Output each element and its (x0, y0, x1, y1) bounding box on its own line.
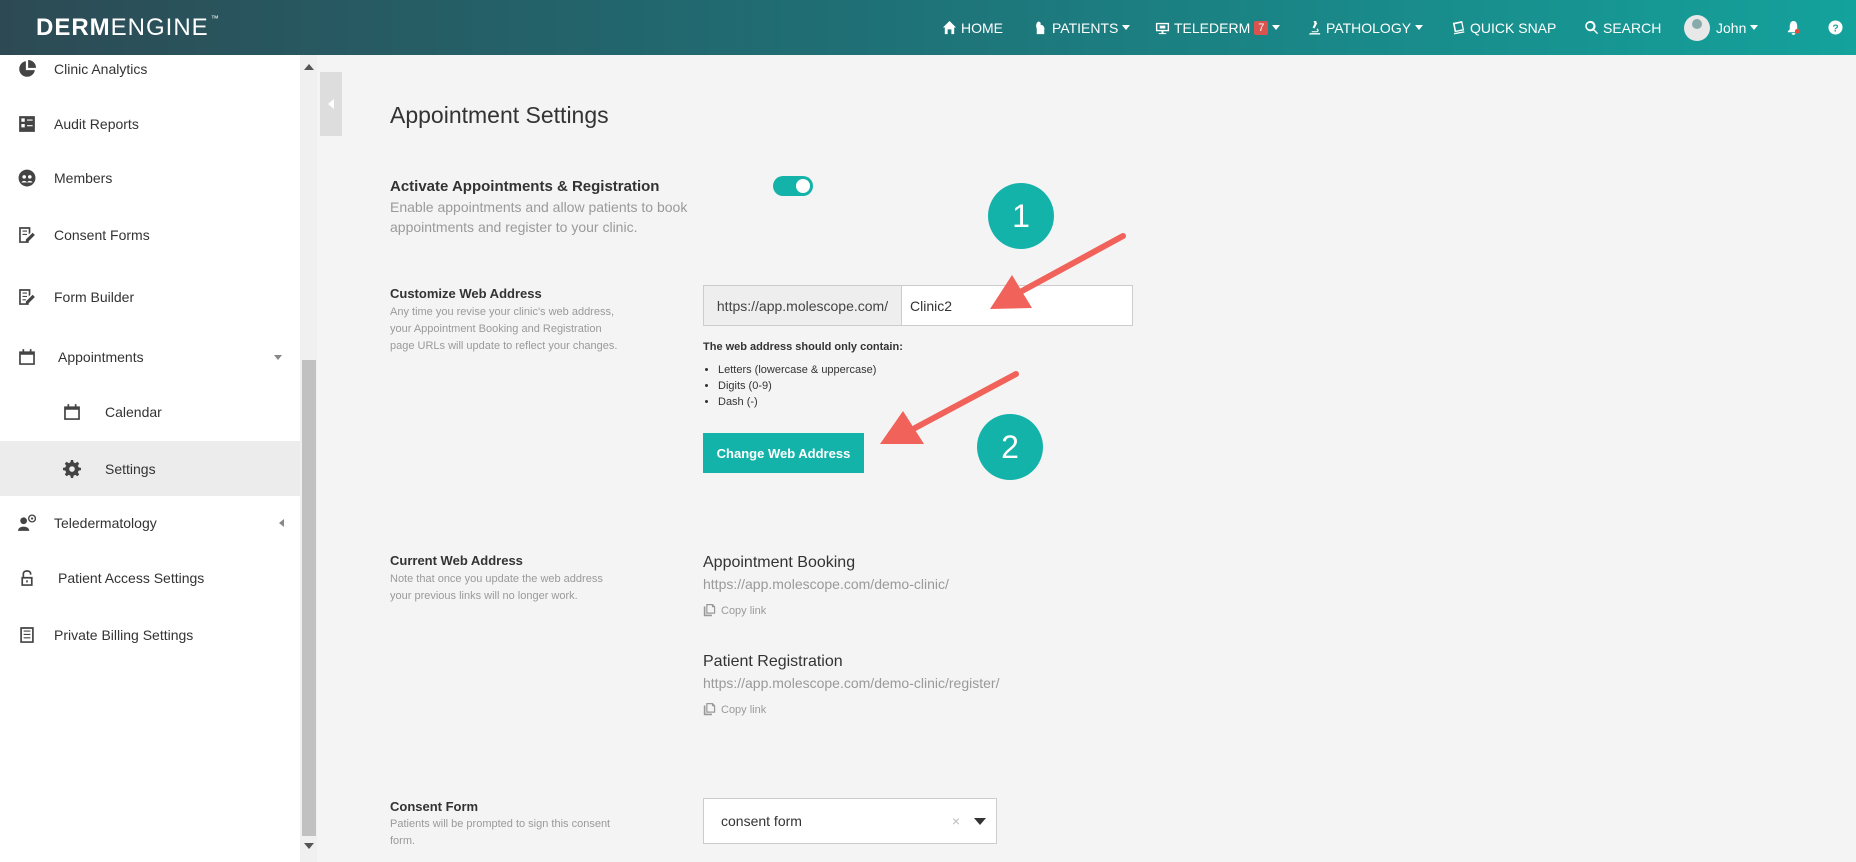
billing-icon (17, 625, 37, 645)
chevron-down-icon (1750, 25, 1759, 30)
bell-icon (1787, 20, 1800, 35)
step-2-marker: 2 (977, 414, 1043, 480)
page-title: Appointment Settings (390, 102, 609, 128)
nav-patients[interactable]: PATIENTS (1033, 0, 1131, 55)
change-web-address-button[interactable]: Change Web Address (703, 433, 864, 473)
scroll-down-arrow-icon[interactable] (304, 843, 314, 849)
consent-form-select[interactable]: consent form × (703, 798, 997, 844)
appointment-booking-title: Appointment Booking (703, 554, 856, 571)
pie-chart-icon (17, 59, 37, 79)
help-icon: ? (1828, 20, 1843, 35)
patient-registration-title: Patient Registration (703, 653, 843, 670)
clear-icon[interactable]: × (952, 813, 960, 829)
avatar (1684, 14, 1710, 41)
sidebar-item-form-builder[interactable]: Form Builder (0, 272, 300, 322)
telederm-icon (1155, 22, 1170, 35)
chevron-down-icon (1415, 25, 1424, 30)
chevron-down-icon (1122, 25, 1131, 30)
activate-label: Activate Appointments & Registration (390, 178, 660, 195)
web-address-rules: Letters (lowercase & uppercase) Digits (… (718, 362, 876, 410)
current-web-address-label: Current Web Address (390, 553, 523, 568)
quick-snap-icon (1452, 20, 1465, 35)
report-icon (17, 114, 37, 134)
gear-icon (62, 459, 82, 479)
teledermatology-icon (17, 513, 37, 533)
consent-form-selected-value: consent form (721, 813, 802, 829)
sidebar-item-audit-reports[interactable]: Audit Reports (0, 99, 300, 149)
web-address-prefix: https://app.molescope.com/ (704, 286, 902, 325)
sidebar-item-consent-forms[interactable]: Consent Forms (0, 210, 300, 260)
sidebar-item-members[interactable]: Members (0, 153, 300, 203)
sidebar-item-clinic-analytics[interactable]: Clinic Analytics (0, 44, 300, 94)
customize-description: Any time you revise your clinic's web ad… (390, 306, 618, 352)
dermengine-logo[interactable]: DERMENGINE ™ (36, 14, 220, 42)
web-address-field: https://app.molescope.com/ (703, 285, 1133, 326)
nav-home[interactable]: HOME (942, 0, 1003, 55)
chevron-left-icon (279, 519, 284, 527)
home-icon (942, 20, 957, 35)
appointment-booking-url: https://app.molescope.com/demo-clinic/ (703, 576, 949, 592)
sidebar-item-private-billing-settings[interactable]: Private Billing Settings (0, 610, 300, 660)
help-button[interactable]: ? (1828, 0, 1847, 55)
current-web-address-description: Note that once you update the web addres… (390, 573, 603, 602)
sidebar-item-calendar[interactable]: Calendar (0, 387, 300, 437)
list-item: Letters (lowercase & uppercase) (718, 362, 876, 378)
sidebar-scrollbar-thumb[interactable] (302, 360, 316, 836)
calendar-icon (17, 347, 37, 367)
list-item: Dash (-) (718, 394, 876, 410)
customize-label: Customize Web Address (390, 286, 542, 301)
web-address-input[interactable] (902, 286, 1132, 325)
microscope-icon (1308, 20, 1321, 35)
sidebar-item-settings[interactable]: Settings (0, 441, 300, 496)
lock-icon (17, 568, 37, 588)
web-address-rules-title: The web address should only contain: (703, 341, 903, 353)
copy-booking-link[interactable]: Copy link (703, 604, 766, 617)
form-builder-icon (17, 287, 37, 307)
edit-form-icon (17, 225, 37, 245)
notifications-button[interactable] (1786, 0, 1805, 55)
chevron-down-icon (1272, 25, 1281, 30)
copy-icon (703, 604, 716, 617)
nav-pathology[interactable]: PATHOLOGY (1307, 0, 1424, 55)
sidebar-item-patient-access-settings[interactable]: Patient Access Settings (0, 553, 300, 603)
svg-text:?: ? (1832, 23, 1838, 34)
activate-appointments-toggle[interactable] (773, 176, 813, 196)
members-icon (17, 168, 37, 188)
sidebar-item-teledermatology[interactable]: Teledermatology (0, 498, 300, 548)
nav-telederm[interactable]: TELEDERM 7 (1155, 0, 1281, 55)
nav-quick-snap[interactable]: QUICK SNAP (1451, 0, 1556, 55)
telederm-count-badge: 7 (1254, 20, 1269, 35)
nav-user-menu[interactable]: John (1684, 0, 1759, 55)
activate-description: Enable appointments and allow patients t… (390, 199, 688, 235)
search-icon (1585, 20, 1599, 35)
step-1-marker: 1 (988, 183, 1054, 249)
consent-form-description: Patients will be prompted to sign this c… (390, 818, 611, 847)
calendar-icon (62, 402, 82, 422)
patients-icon (1036, 21, 1045, 35)
sidebar-item-appointments[interactable]: Appointments (0, 332, 300, 382)
consent-form-label: Consent Form (390, 799, 479, 814)
chevron-down-icon (274, 354, 282, 360)
list-item: Digits (0-9) (718, 378, 876, 394)
copy-registration-link[interactable]: Copy link (703, 703, 766, 716)
scroll-up-arrow-icon[interactable] (304, 64, 314, 70)
patient-registration-url: https://app.molescope.com/demo-clinic/re… (703, 675, 1000, 691)
chevron-left-icon (328, 99, 334, 109)
nav-search[interactable]: SEARCH (1584, 0, 1661, 55)
chevron-down-icon[interactable] (974, 817, 986, 825)
sidebar-collapse-button[interactable] (320, 72, 342, 136)
copy-icon (703, 703, 716, 716)
